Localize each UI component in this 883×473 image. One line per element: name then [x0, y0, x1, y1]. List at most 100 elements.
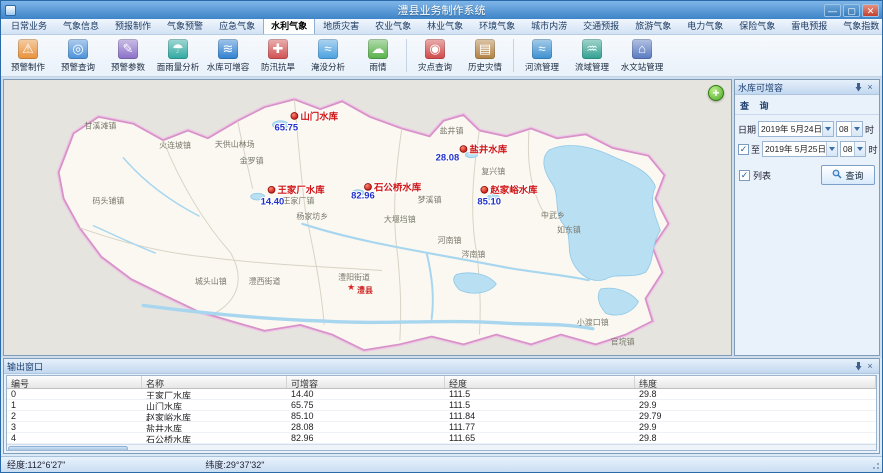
list-label: 列表 — [753, 169, 771, 182]
town-label-码头铺镇: 码头铺镇 — [93, 196, 125, 206]
chevron-down-icon[interactable] — [826, 142, 837, 156]
tab-应急气象[interactable]: 应急气象 — [211, 17, 263, 34]
marker-dot[interactable] — [460, 146, 467, 153]
toolbar-button-预警制作[interactable]: ⚠预警制作 — [3, 36, 53, 75]
column-header-经度[interactable]: 经度 — [445, 376, 635, 388]
toolbar-button-防汛抗旱[interactable]: ✚防汛抗旱 — [253, 36, 303, 75]
table-header-row: 编号名称可增容经度纬度 — [7, 376, 876, 389]
table-cell: 1 — [7, 400, 142, 410]
toolbar-button-预警查询[interactable]: ◎预警查询 — [53, 36, 103, 75]
list-checkbox[interactable]: ✓ — [739, 170, 750, 181]
column-header-名称[interactable]: 名称 — [142, 376, 287, 388]
hour-from-select[interactable]: 08 — [836, 121, 863, 137]
tab-农业气象[interactable]: 农业气象 — [367, 17, 419, 34]
toolbar-button-label: 面雨量分析 — [157, 61, 200, 73]
toolbar-button-水库可增容[interactable]: ≋水库可增容 — [203, 36, 253, 75]
table-cell: 29.9 — [635, 422, 876, 432]
tab-城市内涝[interactable]: 城市内涝 — [523, 17, 575, 34]
maximize-button[interactable]: ▢ — [843, 4, 860, 17]
marker-dot[interactable] — [291, 113, 298, 120]
pin-icon[interactable] — [852, 360, 864, 372]
marker-dot[interactable] — [365, 183, 372, 190]
toolbar-button-预警参数[interactable]: ✎预警参数 — [103, 36, 153, 75]
toolbar-button-label: 淹没分析 — [311, 61, 345, 73]
marker-name: 赵家峪水库 — [489, 184, 538, 195]
hydro-station-manage-icon: ⌂ — [632, 39, 652, 59]
town-label-澧阳街道: 澧阳街道 — [338, 272, 370, 282]
chevron-down-icon[interactable] — [851, 122, 862, 136]
town-label-中武乡: 中武乡 — [541, 210, 565, 220]
hour-unit-label: 时 — [868, 143, 877, 156]
map-panel[interactable]: 甘溪滩镇火连坡镇天供山林场金罗镇盐井镇码头铺镇王家厂镇杨家坊乡大堰垱镇梦溪镇复兴… — [3, 79, 732, 356]
table-cell: 111.5 — [445, 389, 635, 399]
tab-地质灾害[interactable]: 地质灾害 — [315, 17, 367, 34]
tab-日常业务[interactable]: 日常业务 — [3, 17, 55, 34]
town-label-澧西街道: 澧西街道 — [249, 276, 281, 286]
column-header-编号[interactable]: 编号 — [7, 376, 142, 388]
town-label-官垸镇: 官垸镇 — [611, 336, 635, 346]
close-icon[interactable]: × — [864, 360, 876, 372]
menu-bar: 日常业务气象信息预报制作气象预警应急气象水利气象地质灾害农业气象林业气象环境气象… — [1, 19, 882, 35]
close-button[interactable]: ✕ — [862, 4, 879, 17]
column-header-纬度[interactable]: 纬度 — [635, 376, 876, 388]
marker-dot[interactable] — [268, 186, 275, 193]
town-label-河南镇: 河南镇 — [438, 235, 462, 245]
town-label-涔南镇: 涔南镇 — [461, 249, 485, 259]
toolbar-button-label: 流域管理 — [575, 61, 609, 73]
table-cell: 2 — [7, 411, 142, 421]
to-date-checkbox[interactable]: ✓ — [738, 144, 749, 155]
tab-保险气象[interactable]: 保险气象 — [731, 17, 783, 34]
table-row[interactable]: 0王家厂水库14.40111.529.8 — [7, 389, 876, 400]
tab-电力气象[interactable]: 电力气象 — [679, 17, 731, 34]
column-header-可增容[interactable]: 可增容 — [287, 376, 445, 388]
toolbar-button-雨情[interactable]: ☁雨情 — [353, 36, 403, 75]
toolbar-button-面雨量分析[interactable]: ☂面雨量分析 — [153, 36, 203, 75]
toolbar-button-河流管理[interactable]: ≈河流管理 — [517, 36, 567, 75]
panel-title: 水库可增容 — [738, 81, 852, 94]
tab-预报制作[interactable]: 预报制作 — [107, 17, 159, 34]
chevron-down-icon[interactable] — [822, 122, 833, 136]
table-cell: 111.84 — [445, 411, 635, 421]
table-row[interactable]: 1山门水库65.75111.529.9 — [7, 400, 876, 411]
marker-name: 山门水库 — [300, 110, 338, 121]
flood-control-icon: ✚ — [268, 39, 288, 59]
toolbar-button-水文站管理[interactable]: ⌂水文站管理 — [617, 36, 667, 75]
hour-to-select[interactable]: 08 — [840, 141, 866, 157]
county-map: 甘溪滩镇火连坡镇天供山林场金罗镇盐井镇码头铺镇王家厂镇杨家坊乡大堰垱镇梦溪镇复兴… — [4, 80, 731, 355]
table-cell: 14.40 — [287, 389, 445, 399]
resize-grip[interactable] — [870, 460, 880, 470]
pin-icon[interactable] — [852, 81, 864, 93]
scrollbar-thumb[interactable] — [8, 446, 128, 451]
output-title: 输出窗口 — [7, 360, 852, 373]
date-to-picker[interactable]: 2019年 5月25日 — [762, 141, 838, 157]
chevron-down-icon[interactable] — [854, 142, 865, 156]
toolbar-button-淹没分析[interactable]: ≈淹没分析 — [303, 36, 353, 75]
date-from-picker[interactable]: 2019年 5月24日 — [758, 121, 834, 137]
horizontal-scrollbar[interactable] — [7, 444, 876, 451]
tab-气象预警[interactable]: 气象预警 — [159, 17, 211, 34]
tab-环境气象[interactable]: 环境气象 — [471, 17, 523, 34]
toolbar-button-历史灾情[interactable]: ▤历史灾情 — [460, 36, 510, 75]
close-icon[interactable]: × — [864, 81, 876, 93]
query-button[interactable]: 查询 — [821, 165, 875, 185]
table-body: 0王家厂水库14.40111.529.81山门水库65.75111.529.92… — [7, 389, 876, 444]
tab-水利气象[interactable]: 水利气象 — [263, 17, 315, 34]
table-row[interactable]: 2赵家峪水库85.10111.8429.79 — [7, 411, 876, 422]
tab-旅游气象[interactable]: 旅游气象 — [627, 17, 679, 34]
table-cell: 111.5 — [445, 400, 635, 410]
toolbar-button-灾点查询[interactable]: ◉灾点查询 — [410, 36, 460, 75]
toolbar-button-label: 灾点查询 — [418, 61, 452, 73]
toolbar-button-流域管理[interactable]: ♒流域管理 — [567, 36, 617, 75]
tab-林业气象[interactable]: 林业气象 — [419, 17, 471, 34]
minimize-button[interactable]: — — [824, 4, 841, 17]
table-cell: 29.9 — [635, 400, 876, 410]
table-row[interactable]: 4石公桥水库82.96111.6529.8 — [7, 433, 876, 444]
marker-dot[interactable] — [481, 186, 488, 193]
tab-雷电预报[interactable]: 雷电预报 — [783, 17, 835, 34]
zoom-in-button[interactable]: + — [708, 85, 724, 101]
table-row[interactable]: 3盐井水库28.08111.7729.9 — [7, 422, 876, 433]
tab-气象指数[interactable]: 气象指数 — [835, 17, 883, 34]
tab-气象信息[interactable]: 气象信息 — [55, 17, 107, 34]
tab-交通预报[interactable]: 交通预报 — [575, 17, 627, 34]
reservoir-capacity-icon: ≋ — [218, 39, 238, 59]
